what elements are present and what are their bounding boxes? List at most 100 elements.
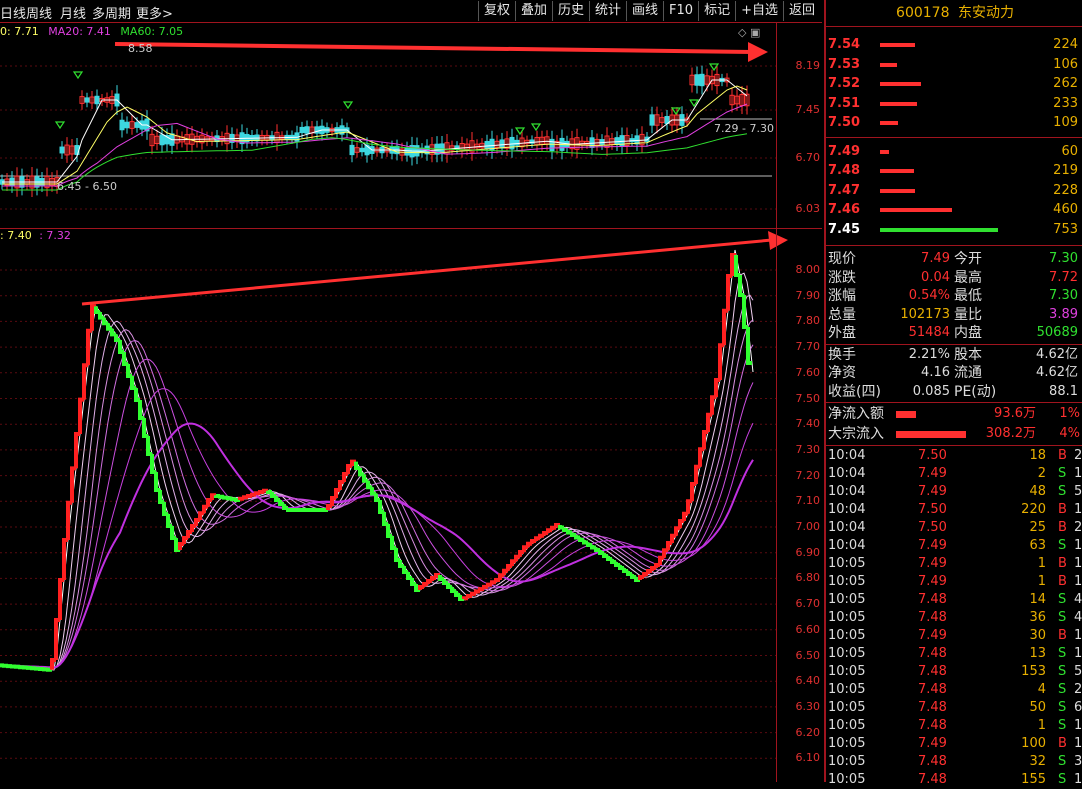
price-axis: 8.197.456.706.038.007.907.807.707.607.50… <box>776 22 823 782</box>
flow-row: 净流入额93.6万1% <box>826 404 1082 424</box>
stat-label: 现价 <box>828 250 856 268</box>
indicator-step-line <box>688 501 692 513</box>
trade-price: 7.48 <box>918 681 947 699</box>
stat-value: 2.21% <box>909 346 950 364</box>
trade-time: 10:04 <box>828 537 865 555</box>
lower-axis-tick: 6.10 <box>796 751 821 764</box>
stat-value: 102173 <box>900 306 950 324</box>
panel-divider <box>0 228 822 229</box>
flow-bar <box>896 411 916 418</box>
trade-time: 10:05 <box>828 555 865 573</box>
trade-price: 7.48 <box>918 699 947 717</box>
indicator-step-line <box>216 495 220 496</box>
bids-volume: 219 <box>1053 161 1078 180</box>
bids-price: 7.46 <box>828 200 860 219</box>
candle-body <box>125 122 129 128</box>
asks-price: 7.53 <box>828 55 860 74</box>
lower-axis-tick: 6.40 <box>796 674 821 687</box>
stat-label: 内盘 <box>954 324 982 342</box>
indicator-step-line <box>480 589 484 591</box>
indicator-step-line <box>124 352 128 364</box>
trade-volume: 63 <box>1002 537 1046 555</box>
candle-body <box>500 140 504 148</box>
trade-row: 10:057.481S1 <box>826 717 1082 735</box>
flow-bar <box>896 431 966 438</box>
indicator-step-line <box>244 497 248 498</box>
bids-row: 7.45753 <box>826 220 1082 240</box>
trade-count: 10 <box>1074 771 1082 789</box>
last-price-label: 7.29 - 7.30 <box>714 122 774 135</box>
asks-volume: 109 <box>1053 113 1078 132</box>
indicator-step-line <box>640 577 644 580</box>
bids-volume-bar <box>880 208 952 212</box>
upper-axis-tick: 6.70 <box>796 151 821 164</box>
asks-volume-bar <box>880 63 897 67</box>
indicator-step-line <box>456 591 460 595</box>
indicator-step-line <box>252 495 256 496</box>
indicator-step-line <box>572 533 576 536</box>
indicator-step-line <box>180 544 184 550</box>
stat-value: 0.54% <box>909 287 950 305</box>
stat-label: 流通 <box>954 364 982 382</box>
indicator-step-line <box>668 543 672 550</box>
trade-count: 1 <box>1074 645 1082 663</box>
money-flow: 净流入额93.6万1%大宗流入308.2万4% <box>826 404 1082 444</box>
indicator-step-line <box>492 582 496 584</box>
stat-label: 换手 <box>828 346 856 364</box>
stat-row: 涨幅0.54%最低7.30 <box>826 287 1082 306</box>
bids-volume-bar <box>880 228 998 232</box>
asks-row: 7.52262 <box>826 74 1082 94</box>
indicator-step-line <box>232 498 236 499</box>
chart-option-icons[interactable]: ◇ ▣ <box>738 26 760 39</box>
lower-axis-tick: 6.70 <box>796 597 821 610</box>
lower-axis-tick: 7.50 <box>796 392 821 405</box>
indicator-step-line <box>220 496 224 497</box>
bids-price: 7.47 <box>828 181 860 200</box>
indicator-step-line <box>584 540 588 543</box>
trade-count: 2 <box>1074 681 1082 699</box>
asks-price: 7.51 <box>828 94 860 113</box>
trade-row: 10:057.491B1 <box>826 573 1082 591</box>
stat-row: 收益(四)0.085PE(动)88.1 <box>826 383 1082 402</box>
trade-side: S <box>1058 483 1066 501</box>
trade-row: 10:057.484S2 <box>826 681 1082 699</box>
lower-axis-tick: 6.30 <box>796 700 821 713</box>
trade-count: 1 <box>1074 627 1082 645</box>
candle-body <box>300 127 304 132</box>
indicator-step-line <box>104 318 108 324</box>
indicator-step-line <box>228 498 232 499</box>
lower-axis-tick: 6.60 <box>796 623 821 636</box>
trade-side: B <box>1058 573 1067 591</box>
stat-value: 50689 <box>1037 324 1078 342</box>
indicator-step-line <box>240 499 244 500</box>
stat-value: 4.62亿 <box>1036 364 1078 382</box>
lower-axis-tick: 7.30 <box>796 443 821 456</box>
ma-legend: 0: 7.71 MA20: 7.41 MA60: 7.05 <box>0 25 189 38</box>
flow-amount: 308.2万 <box>986 424 1036 444</box>
trade-side: B <box>1058 501 1067 519</box>
indicator-step-line <box>348 466 352 474</box>
stat-value: 3.89 <box>1049 306 1078 324</box>
trade-time: 10:05 <box>828 699 865 717</box>
indicator-step-line <box>464 598 468 599</box>
trade-row: 10:057.4850S6 <box>826 699 1082 717</box>
bids-volume-bar <box>880 169 914 173</box>
indicator-step-line <box>468 596 472 598</box>
trade-price: 7.49 <box>918 555 947 573</box>
trade-time: 10:05 <box>828 753 865 771</box>
indicator-step-line <box>488 585 492 587</box>
trade-row: 10:057.49100B1 <box>826 735 1082 753</box>
candle-body <box>615 138 619 145</box>
candle-body <box>60 147 64 153</box>
trade-row: 10:057.48155S10 <box>826 771 1082 789</box>
trade-count: 5 <box>1074 483 1082 501</box>
indicator-step-line <box>508 566 512 571</box>
indicator-step-line <box>452 587 456 591</box>
trade-row: 10:057.491B1 <box>826 555 1082 573</box>
indicator-step-line <box>196 520 200 526</box>
indicator-step-line <box>204 507 208 514</box>
indicator-value-1: : 7.40 <box>0 229 32 242</box>
candle-body <box>120 120 124 130</box>
candle-body <box>360 148 364 151</box>
indicator-step-line <box>616 562 620 565</box>
